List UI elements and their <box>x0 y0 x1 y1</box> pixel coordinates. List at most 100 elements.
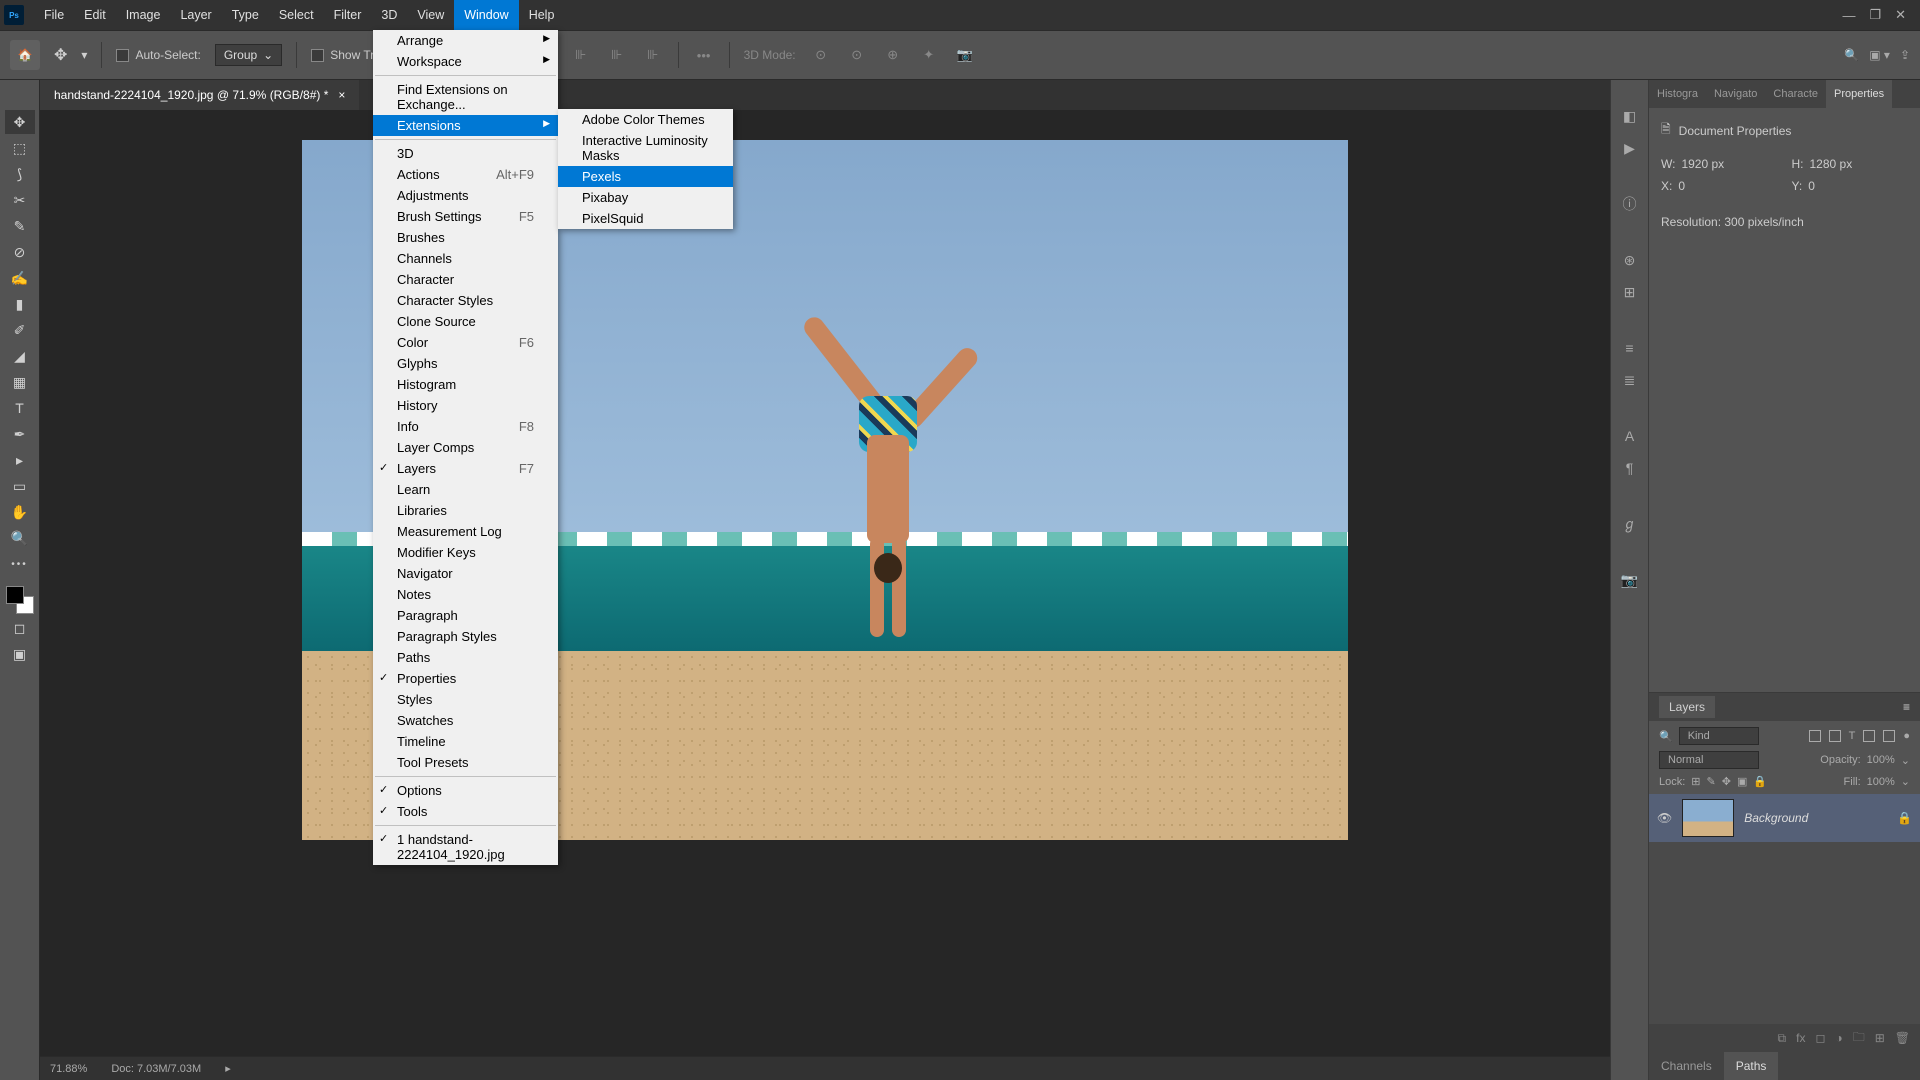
edit-toolbar[interactable]: ••• <box>5 552 35 576</box>
close-icon[interactable]: ✕ <box>1895 7 1906 23</box>
menu-item[interactable]: Arrange▶ <box>373 30 558 51</box>
close-icon[interactable]: × <box>338 88 345 102</box>
fx-icon[interactable]: fx <box>1796 1031 1805 1045</box>
lock-icon[interactable]: ✥ <box>1722 775 1731 788</box>
heal-tool[interactable]: ⊘ <box>5 240 35 264</box>
lock-icon[interactable]: ⊞ <box>1691 775 1700 788</box>
distribute-icon[interactable]: ⊪ <box>642 44 664 66</box>
menu-item[interactable]: Character Styles <box>373 290 558 311</box>
grid-icon[interactable]: ⊞ <box>1618 280 1642 304</box>
menu-edit[interactable]: Edit <box>74 0 116 30</box>
color-swatches[interactable] <box>6 586 34 614</box>
menu-item[interactable]: Measurement Log <box>373 521 558 542</box>
menu-item[interactable]: Swatches <box>373 710 558 731</box>
brush-tool[interactable]: ✍ <box>5 266 35 290</box>
maximize-icon[interactable]: ❐ <box>1869 7 1881 23</box>
menu-item[interactable]: Properties✓ <box>373 668 558 689</box>
menu-file[interactable]: File <box>34 0 74 30</box>
menu-item[interactable]: Notes <box>373 584 558 605</box>
menu-item[interactable]: Channels <box>373 248 558 269</box>
trash-icon[interactable]: 🗑 <box>1895 1031 1910 1045</box>
menu-item[interactable]: ColorF6 <box>373 332 558 353</box>
menu-item[interactable]: Options✓ <box>373 780 558 801</box>
menu-item[interactable]: Styles <box>373 689 558 710</box>
doc-size[interactable]: Doc: 7.03M/7.03M <box>111 1063 201 1075</box>
character-icon[interactable]: A <box>1618 424 1642 448</box>
history-brush-tool[interactable]: ✐ <box>5 318 35 342</box>
menu-item[interactable]: Learn <box>373 479 558 500</box>
distribute-icon[interactable]: ⊪ <box>606 44 628 66</box>
mask-icon[interactable]: ◻ <box>1815 1031 1825 1045</box>
home-button[interactable]: 🏠 <box>10 40 40 70</box>
menu-item[interactable]: Clone Source <box>373 311 558 332</box>
menu-item[interactable]: LayersF7✓ <box>373 458 558 479</box>
menu-item[interactable]: Brushes <box>373 227 558 248</box>
libraries-icon[interactable]: 📷 <box>1618 568 1642 592</box>
eyedropper-tool[interactable]: ✎ <box>5 214 35 238</box>
filter-icon[interactable] <box>1809 730 1821 742</box>
eraser-tool[interactable]: ◢ <box>5 344 35 368</box>
search-icon[interactable]: 🔍 <box>1844 48 1859 62</box>
link-icon[interactable]: ⧉ <box>1778 1031 1787 1046</box>
color-panel-icon[interactable]: ◧ <box>1618 104 1642 128</box>
chevron-right-icon[interactable]: ▸ <box>225 1062 231 1075</box>
move-tool[interactable]: ✥ <box>5 110 35 134</box>
menu-item[interactable]: Tools✓ <box>373 801 558 822</box>
menu-item[interactable]: Brush SettingsF5 <box>373 206 558 227</box>
filter-kind-dropdown[interactable]: Kind <box>1679 727 1759 745</box>
lasso-tool[interactable]: ⟆ <box>5 162 35 186</box>
menu-window[interactable]: Window <box>454 0 518 30</box>
filter-icon[interactable] <box>1829 730 1841 742</box>
menu-item[interactable]: Navigator <box>373 563 558 584</box>
hand-tool[interactable]: ✋ <box>5 500 35 524</box>
menu-item[interactable]: 3D <box>373 143 558 164</box>
adjustment-icon[interactable]: ◑ <box>1835 1031 1842 1045</box>
menu-3d[interactable]: 3D <box>371 0 407 30</box>
menu-item[interactable]: Pexels <box>558 166 733 187</box>
menu-item[interactable]: Layer Comps <box>373 437 558 458</box>
minimize-icon[interactable]: — <box>1842 8 1855 23</box>
menu-item[interactable]: 1 handstand-2224104_1920.jpg✓ <box>373 829 558 865</box>
layer-thumbnail[interactable] <box>1682 799 1734 837</box>
layer-row[interactable]: 👁 Background 🔒 <box>1649 794 1920 842</box>
menu-item[interactable]: Interactive Luminosity Masks <box>558 130 733 166</box>
info-icon[interactable]: ⓘ <box>1618 192 1642 216</box>
menu-item[interactable]: Adjustments <box>373 185 558 206</box>
menu-item[interactable]: ActionsAlt+F9 <box>373 164 558 185</box>
3d-icon[interactable]: ⊕ <box>882 44 904 66</box>
screenmode-tool[interactable]: ▣ <box>5 642 35 666</box>
glyphs-icon[interactable]: ℊ <box>1618 512 1642 536</box>
type-tool[interactable]: T <box>5 396 35 420</box>
pen-tool[interactable]: ✒ <box>5 422 35 446</box>
visibility-icon[interactable]: 👁 <box>1657 811 1672 825</box>
auto-select-dropdown[interactable]: Group⌄ <box>215 44 282 66</box>
menu-item[interactable]: Extensions▶ <box>373 115 558 136</box>
panel-tab[interactable]: Properties <box>1826 80 1892 108</box>
3d-icon[interactable]: ⊙ <box>810 44 832 66</box>
swatches-icon[interactable]: ⊛ <box>1618 248 1642 272</box>
opacity-field[interactable]: 100% <box>1867 754 1895 766</box>
menu-item[interactable]: Pixabay <box>558 187 733 208</box>
menu-item[interactable]: Adobe Color Themes <box>558 109 733 130</box>
filter-icon[interactable]: T <box>1849 730 1856 742</box>
zoom-tool[interactable]: 🔍 <box>5 526 35 550</box>
filter-icon[interactable] <box>1883 730 1895 742</box>
zoom-level[interactable]: 71.88% <box>50 1063 87 1075</box>
menu-layer[interactable]: Layer <box>170 0 221 30</box>
play-icon[interactable]: ▶ <box>1618 136 1642 160</box>
document-tab[interactable]: handstand-2224104_1920.jpg @ 71.9% (RGB/… <box>40 80 359 110</box>
3d-icon[interactable]: 📷 <box>954 44 976 66</box>
crop-tool[interactable]: ✂ <box>5 188 35 212</box>
new-layer-icon[interactable]: ⊞ <box>1875 1031 1885 1045</box>
workspace-icon[interactable]: ▣ ▾ <box>1869 48 1890 62</box>
gradient-tool[interactable]: ▦ <box>5 370 35 394</box>
menu-item[interactable]: Libraries <box>373 500 558 521</box>
shape-tool[interactable]: ▭ <box>5 474 35 498</box>
panel-tab[interactable]: Paths <box>1724 1052 1779 1080</box>
menu-item[interactable]: Find Extensions on Exchange... <box>373 79 558 115</box>
menu-item[interactable]: Modifier Keys <box>373 542 558 563</box>
menu-item[interactable]: InfoF8 <box>373 416 558 437</box>
3d-icon[interactable]: ✦ <box>918 44 940 66</box>
lock-icon[interactable]: 🔒 <box>1897 811 1912 825</box>
lock-icon[interactable]: ✎ <box>1707 775 1716 788</box>
